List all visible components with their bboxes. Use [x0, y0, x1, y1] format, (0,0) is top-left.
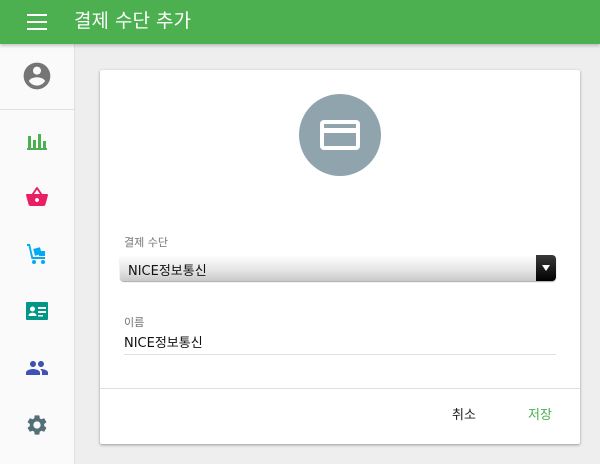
- sidebar-item-statistics[interactable]: [0, 114, 74, 164]
- payment-icon-circle: [299, 94, 381, 176]
- payment-method-label: 결제 수단: [124, 236, 168, 249]
- app-bar: 결제 수단 추가: [0, 0, 600, 44]
- menu-icon[interactable]: [27, 13, 47, 31]
- sidebar-item-settings[interactable]: [0, 399, 74, 449]
- page-title: 결제 수단 추가: [74, 10, 191, 32]
- sidebar: [0, 44, 75, 464]
- actions-divider: [100, 388, 580, 389]
- basket-icon: [26, 187, 48, 206]
- contact-card-icon: [26, 302, 48, 320]
- save-button[interactable]: 저장: [520, 400, 560, 432]
- sidebar-item-contacts[interactable]: [0, 285, 74, 335]
- bar-chart-icon: [27, 134, 47, 150]
- sidebar-item-delivery[interactable]: [0, 228, 74, 278]
- hand-truck-icon: [27, 244, 45, 264]
- dropdown-arrow-icon[interactable]: [536, 255, 556, 281]
- name-input[interactable]: [124, 328, 556, 355]
- gear-icon: [27, 415, 47, 435]
- sidebar-item-shop[interactable]: [0, 171, 74, 221]
- avatar[interactable]: [0, 44, 74, 110]
- cancel-button[interactable]: 취소: [444, 400, 484, 432]
- payment-method-value: NICE정보통신: [128, 264, 207, 279]
- credit-card-icon: [320, 120, 360, 150]
- account-circle-icon: [23, 62, 51, 90]
- payment-method-select[interactable]: NICE정보통신: [120, 255, 556, 281]
- group-icon: [26, 361, 48, 375]
- add-payment-card: 결제 수단 NICE정보통신 이름 취소 저장: [100, 70, 580, 444]
- sidebar-item-users[interactable]: [0, 342, 74, 392]
